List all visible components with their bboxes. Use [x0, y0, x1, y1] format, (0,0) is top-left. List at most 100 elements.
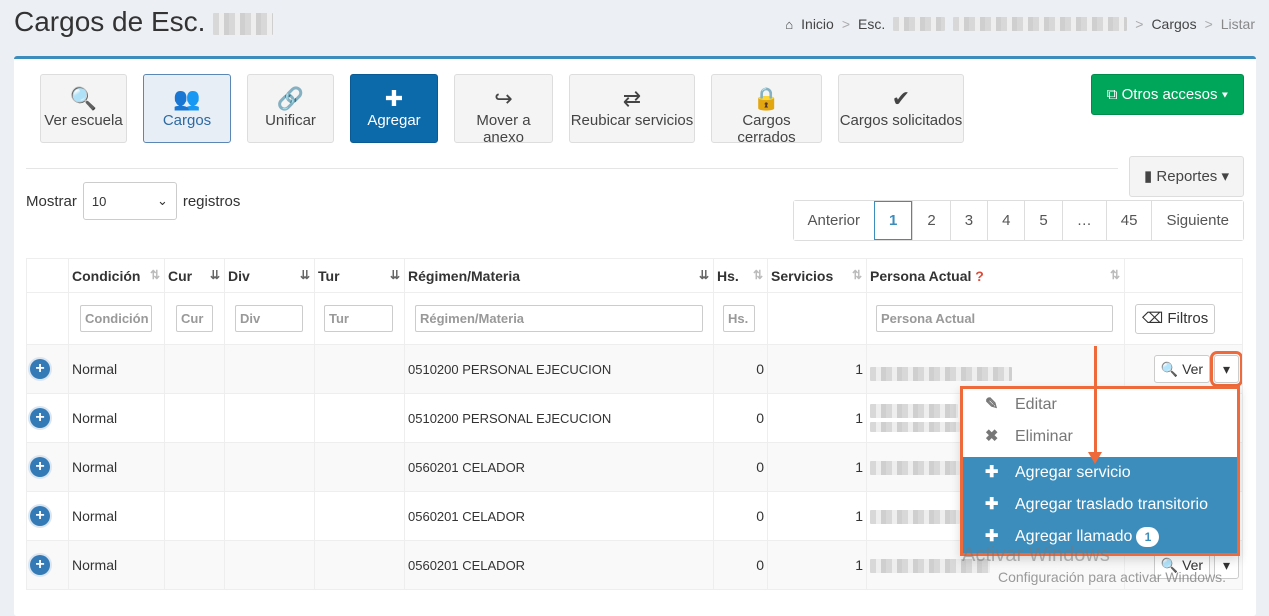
filter-persona[interactable]: Persona Actual	[876, 305, 1113, 332]
caret-down-icon: ▾	[1221, 86, 1228, 103]
row-actions-dropdown: ✎ Editar ✖ Eliminar ✚ Agregar servicio ✚ Agr…	[960, 386, 1240, 556]
dropdown-agregar-traslado[interactable]: ✚ Agregar traslado transitorio	[963, 489, 1237, 521]
ver-button[interactable]: 🔍 Ver	[1153, 355, 1211, 383]
agregar-button[interactable]: ✚ Agregar	[350, 74, 438, 143]
filter-hs[interactable]: Hs.	[723, 305, 755, 332]
expand-row-icon[interactable]: +	[30, 408, 50, 428]
filter-regimen[interactable]: Régimen/Materia	[415, 305, 703, 332]
sort-icon: ⇊	[209, 268, 220, 282]
redacted-text	[870, 404, 958, 419]
page-2[interactable]: 2	[912, 201, 950, 240]
plus-icon: ✚	[985, 464, 999, 481]
filtros-button[interactable]: ⌫ Filtros	[1135, 303, 1216, 334]
divider	[26, 168, 1118, 169]
col-div[interactable]: Div ⇊	[224, 258, 315, 293]
col-condicion[interactable]: Condición ⇅	[68, 258, 165, 293]
home-icon: ⌂	[785, 16, 794, 32]
annotation-arrow-head	[1088, 452, 1102, 464]
redacted-text	[870, 422, 960, 433]
page-45[interactable]: 45	[1105, 201, 1152, 240]
page-5[interactable]: 5	[1024, 201, 1062, 240]
share-icon: ↪	[494, 86, 513, 111]
windows-watermark-title: Activar Windows	[962, 544, 1110, 566]
redacted-text	[953, 17, 1128, 31]
sort-icon: ⇅	[1109, 268, 1120, 282]
question-icon: ?	[975, 267, 984, 284]
link-icon: 🔗	[276, 86, 305, 111]
redacted-text	[213, 12, 274, 35]
caret-down-icon: ▾	[1221, 168, 1229, 185]
filter-condicion[interactable]: Condición	[80, 305, 152, 332]
sort-icon: ⇊	[698, 268, 709, 282]
expand-row-icon[interactable]: +	[30, 457, 50, 477]
cargos-solicitados-button[interactable]: ✔ Cargos solicitados	[838, 74, 964, 143]
breadcrumb-listar: Listar	[1220, 16, 1255, 32]
reubicar-servicios-button[interactable]: ⇄ Reubicar servicios	[569, 74, 695, 143]
sort-icon: ⇊	[299, 268, 310, 282]
pencil-icon: ✎	[985, 396, 999, 413]
expand-row-icon[interactable]: +	[30, 506, 50, 526]
col-cur[interactable]: Cur ⇊	[164, 258, 225, 293]
dropdown-eliminar[interactable]: ✖ Eliminar	[963, 421, 1237, 453]
search-icon: 🔍	[69, 86, 98, 111]
page-ellipsis: …	[1061, 201, 1106, 240]
times-icon: ✖	[985, 428, 999, 445]
pagination: Anterior 1 2 3 4 5 … 45 Siguiente	[792, 200, 1244, 241]
filter-div[interactable]: Div	[235, 305, 303, 332]
search-icon: 🔍	[1160, 361, 1179, 377]
page-4[interactable]: 4	[987, 201, 1025, 240]
windows-watermark-text: Configuración para activar Windows.	[998, 569, 1226, 585]
dropdown-editar[interactable]: ✎ Editar	[963, 389, 1237, 421]
llamado-badge: 1	[1136, 527, 1160, 547]
exchange-icon: ⇄	[622, 86, 642, 111]
col-hs[interactable]: Hs. ⇅	[713, 258, 768, 293]
col-tur[interactable]: Tur ⇊	[314, 258, 405, 293]
cargos-button[interactable]: 👥 Cargos	[143, 74, 231, 143]
breadcrumb-esc[interactable]: Esc.	[858, 16, 885, 32]
filter-tur[interactable]: Tur	[324, 305, 393, 332]
redacted-text	[893, 17, 946, 31]
users-icon: 👥	[173, 86, 201, 111]
page-next[interactable]: Siguiente	[1151, 201, 1243, 240]
chevron-down-icon: ⌄	[156, 193, 168, 208]
file-icon: ▮	[1143, 168, 1153, 185]
redacted-text	[870, 510, 960, 525]
sort-icon: ⇊	[389, 268, 400, 282]
expand-row-icon[interactable]: +	[30, 359, 50, 379]
page-1[interactable]: 1	[874, 201, 913, 240]
redacted-text	[870, 461, 960, 476]
length-control: Mostrar 10 ⌄ registros	[26, 182, 240, 220]
external-link-icon: ⧉	[1106, 86, 1118, 103]
cargos-cerrados-button[interactable]: 🔒 Cargos cerrados	[711, 74, 822, 146]
col-servicios[interactable]: Servicios ⇅	[767, 258, 867, 293]
annotation-arrow	[1094, 346, 1097, 456]
breadcrumb: ⌂ Inicio > Esc. > Cargos > Listar	[785, 16, 1255, 32]
plus-icon: ✚	[384, 86, 404, 111]
eraser-icon: ⌫	[1142, 309, 1164, 327]
expand-row-icon[interactable]: +	[30, 555, 50, 575]
lock-icon: 🔒	[752, 86, 781, 111]
check-icon: ✔	[891, 86, 911, 111]
col-regimen[interactable]: Régimen/Materia ⇊	[404, 258, 714, 293]
col-persona[interactable]: Persona Actual ? ⇅	[866, 258, 1125, 293]
col-actions	[1124, 258, 1243, 293]
col-expand	[26, 258, 69, 293]
sort-icon: ⇅	[149, 268, 160, 282]
filter-cur[interactable]: Cur	[176, 305, 213, 332]
unificar-button[interactable]: 🔗 Unificar	[247, 74, 334, 143]
page-title: Cargos de Esc.	[14, 6, 274, 38]
page-prev[interactable]: Anterior	[793, 201, 875, 240]
row-dropdown-toggle[interactable]: ▾	[1209, 351, 1242, 387]
reportes-button[interactable]: ▮ Reportes ▾	[1128, 156, 1244, 197]
page-length-select[interactable]: 10 ⌄	[82, 182, 177, 220]
sort-icon: ⇅	[752, 268, 763, 282]
ver-escuela-button[interactable]: 🔍 Ver escuela	[40, 74, 127, 143]
mover-anexo-button[interactable]: ↪ Mover a anexo	[454, 74, 553, 146]
breadcrumb-home[interactable]: Inicio	[801, 16, 834, 32]
otros-accesos-button[interactable]: ⧉ Otros accesos ▾	[1090, 74, 1244, 115]
page-3[interactable]: 3	[949, 201, 988, 240]
breadcrumb-cargos[interactable]: Cargos	[1151, 16, 1196, 32]
plus-icon: ✚	[985, 496, 999, 513]
redacted-text	[870, 367, 1012, 381]
sort-icon: ⇅	[851, 268, 862, 282]
